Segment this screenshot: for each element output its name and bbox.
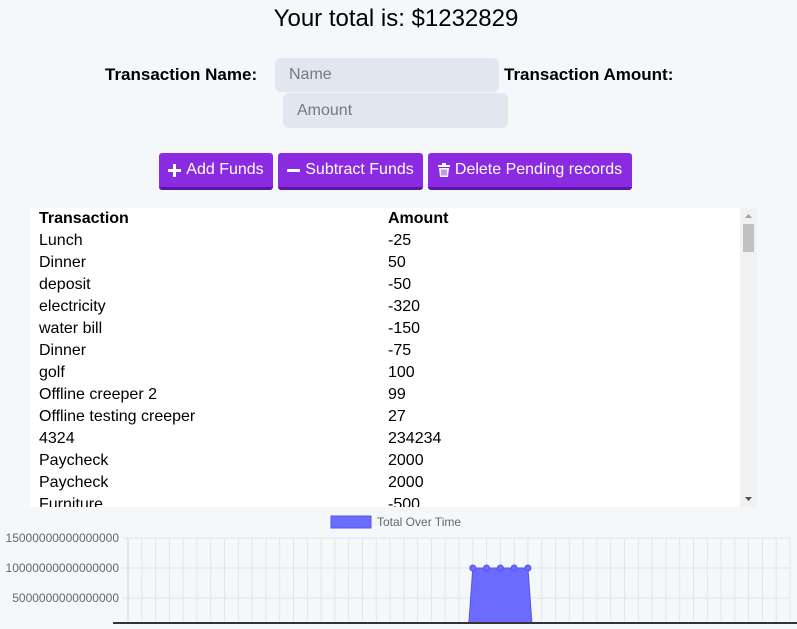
transaction-amount-cell: -75 xyxy=(388,342,412,359)
table-row: Offline testing creeper 27 xyxy=(30,406,448,428)
add-funds-label: Add Funds xyxy=(186,161,264,178)
transaction-name-cell: Paycheck xyxy=(39,474,109,491)
table-row: Paycheck 2000 xyxy=(30,450,448,472)
column-header-transaction: Transaction xyxy=(39,210,129,227)
transaction-amount-cell: 50 xyxy=(388,254,406,271)
table-row: water bill -150 xyxy=(30,318,448,340)
transaction-name-label: Transaction Name: xyxy=(105,65,258,84)
minus-icon xyxy=(287,164,301,177)
table-row: electricity -320 xyxy=(30,296,448,318)
y-tick-label: 15000000000000000 xyxy=(6,531,120,545)
table-row: golf 100 xyxy=(30,362,448,384)
transaction-amount-cell: 99 xyxy=(388,386,406,403)
legend-label: Total Over Time xyxy=(377,515,461,529)
transaction-name-cell: Lunch xyxy=(39,232,83,249)
data-point xyxy=(510,564,518,572)
delete-pending-label: Delete Pending records xyxy=(454,161,623,178)
data-point xyxy=(469,564,477,572)
transaction-table-container[interactable]: Transaction Amount Lunch -25 Dinner 50 dep… xyxy=(30,208,757,507)
transaction-table: Transaction Amount Lunch -25 Dinner 50 dep… xyxy=(30,208,448,507)
data-point xyxy=(524,564,532,572)
transaction-name-cell: Paycheck xyxy=(39,452,109,469)
data-point xyxy=(496,564,504,572)
table-row: Dinner 50 xyxy=(30,252,448,274)
legend-swatch xyxy=(330,515,372,529)
transaction-amount-label: Transaction Amount: xyxy=(504,65,674,84)
table-row: Lunch -25 xyxy=(30,230,448,252)
transaction-amount-cell: 2000 xyxy=(388,474,424,491)
table-row: deposit -50 xyxy=(30,274,448,296)
transaction-amount-cell: -150 xyxy=(388,320,421,337)
transaction-amount-cell: 234234 xyxy=(388,430,442,447)
transaction-amount-cell: 2000 xyxy=(388,452,424,469)
transaction-name-cell: Offline creeper 2 xyxy=(39,386,157,403)
transaction-name-cell: electricity xyxy=(39,298,106,315)
column-header-amount: Amount xyxy=(388,210,449,227)
area-series-fill xyxy=(468,567,533,625)
table-row: Offline creeper 2 99 xyxy=(30,384,448,406)
trash-icon xyxy=(437,163,450,177)
transaction-name-cell: Dinner xyxy=(39,342,87,359)
transaction-amount-cell: -320 xyxy=(388,298,421,315)
transaction-name-cell: Offline testing creeper xyxy=(39,408,196,425)
table-row: Paycheck 2000 xyxy=(30,472,448,494)
plus-icon xyxy=(168,163,182,177)
transaction-amount-input[interactable] xyxy=(283,93,508,128)
total-heading: Your total is: $1232829 xyxy=(273,5,519,32)
scroll-up-arrow-icon[interactable] xyxy=(740,208,757,224)
transaction-name-cell: Dinner xyxy=(39,254,87,271)
table-row: 4324 234234 xyxy=(30,428,448,450)
transaction-name-cell: deposit xyxy=(39,276,91,293)
transaction-amount-cell: -50 xyxy=(388,276,412,293)
subtract-funds-label: Subtract Funds xyxy=(305,161,414,178)
delete-pending-button[interactable]: Delete Pending records xyxy=(428,153,632,190)
data-point xyxy=(483,564,491,572)
table-scrollbar[interactable] xyxy=(740,208,757,507)
scroll-down-arrow-icon[interactable] xyxy=(740,491,757,507)
transaction-amount-cell: -500 xyxy=(388,496,421,507)
add-funds-button[interactable]: Add Funds xyxy=(159,153,273,190)
table-row: Furniture -500 xyxy=(30,494,448,507)
transaction-name-input[interactable] xyxy=(275,58,499,92)
total-over-time-chart: Total Over Time 15000000000000000 10000000… xyxy=(0,512,797,625)
scrollbar-thumb[interactable] xyxy=(743,224,754,252)
chart-svg: Total Over Time 15000000000000000 10000000… xyxy=(6,515,797,625)
transaction-name-cell: Furniture xyxy=(39,496,104,507)
table-row: Dinner -75 xyxy=(30,340,448,362)
y-tick-label: 5000000000000000 xyxy=(12,591,119,605)
transaction-name-cell: water bill xyxy=(39,320,103,337)
transaction-amount-cell: 27 xyxy=(388,408,406,425)
transaction-name-cell: 4324 xyxy=(39,430,75,447)
y-tick-label: 10000000000000000 xyxy=(6,561,120,575)
transaction-amount-cell: 100 xyxy=(388,364,415,381)
table-header-row: Transaction Amount xyxy=(30,208,448,230)
subtract-funds-button[interactable]: Subtract Funds xyxy=(278,153,423,190)
transaction-amount-cell: -25 xyxy=(388,232,412,249)
transaction-name-cell: golf xyxy=(39,364,65,381)
